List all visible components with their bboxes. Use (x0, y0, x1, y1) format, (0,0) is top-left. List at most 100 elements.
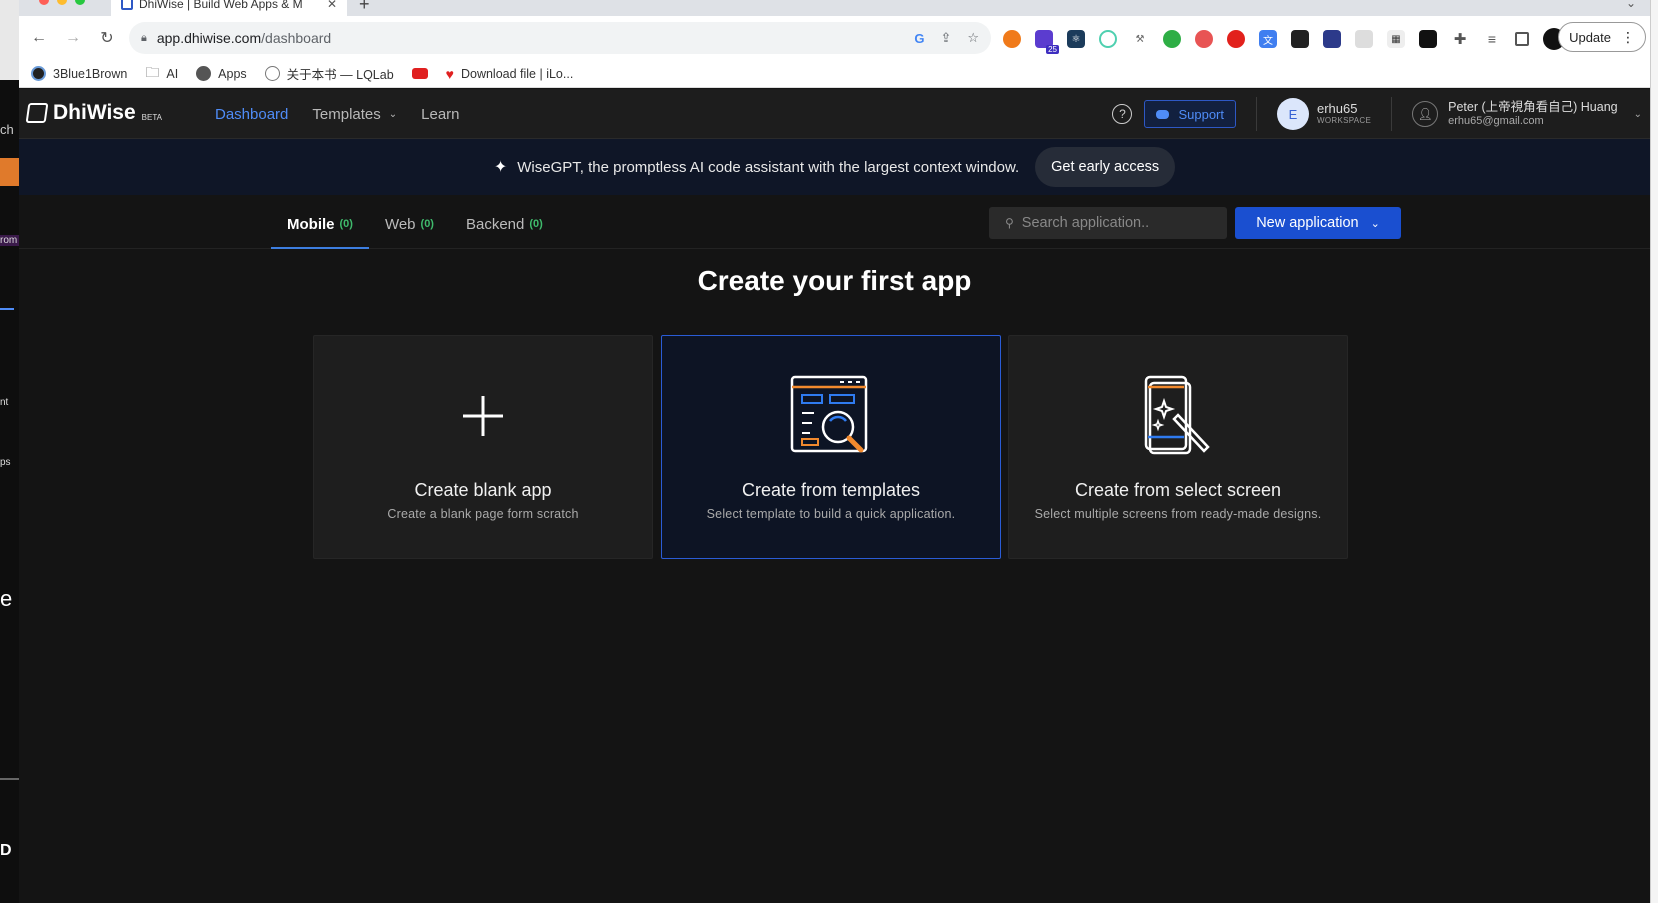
bookmark-label: 关于本书 — LQLab (286, 68, 394, 82)
brand-name: DhiWise (53, 101, 136, 124)
background-text: rom (0, 235, 19, 246)
sparkle-icon: ✦ (493, 159, 508, 176)
browser-tab[interactable]: DhiWise | Build Web Apps & M ✕ (111, 0, 347, 16)
search-input[interactable]: ⚲ Search application.. (989, 207, 1227, 239)
browser-window: DhiWise | Build Web Apps & M ✕ + ⌄ ← → ↻… (19, 0, 1650, 903)
qr-code-icon[interactable]: ▦ (1387, 30, 1405, 48)
reload-icon[interactable]: ↻ (93, 24, 121, 52)
nav-dashboard[interactable]: Dashboard (215, 106, 288, 123)
tab-backend[interactable]: Backend (0) (450, 195, 559, 249)
workspace-switcher[interactable]: E erhu65 WORKSPACE (1277, 98, 1371, 130)
user-name: Peter (上帝視角看自己) Huang (1448, 99, 1618, 114)
share-icon[interactable]: ⇪ (940, 30, 951, 46)
bookmark-star-icon[interactable]: ☆ (967, 30, 979, 46)
tab-web[interactable]: Web (0) (369, 195, 450, 249)
banner-text: WiseGPT, the promptless AI code assistan… (517, 158, 1020, 176)
bookmarks-bar: 3Blue1Brown 🗀 AI Apps 关于本书 — LQLab ♥ Dow… (19, 60, 1650, 88)
user-menu[interactable]: 👤︎ Peter (上帝視角看自己) Huang erhu65@gmail.co… (1412, 100, 1650, 128)
tab-title: DhiWise | Build Web Apps & M (139, 0, 303, 11)
create-blank-app-card[interactable]: Create blank app Create a blank page for… (313, 335, 653, 559)
extension-teal-icon[interactable] (1099, 30, 1117, 48)
extension-badge: 25 (1046, 45, 1059, 54)
create-from-templates-card[interactable]: Create from templates Select template to… (661, 335, 1001, 559)
workspace-name: erhu65 (1317, 101, 1358, 117)
tab-mobile[interactable]: Mobile (0) (271, 195, 369, 249)
bookmark-label: Download file | iLo... (460, 66, 574, 81)
new-tab-icon[interactable]: + (359, 0, 370, 15)
extension-yellow-icon[interactable] (1323, 30, 1341, 48)
background-window-right (1650, 0, 1658, 903)
minimize-window-icon[interactable] (57, 0, 67, 5)
extension-terminal-icon[interactable] (1291, 30, 1309, 48)
translate-icon[interactable]: 文 (1259, 30, 1277, 48)
background-window: ch rom nt ps e D (0, 0, 19, 903)
extension-shield-icon[interactable] (1195, 30, 1213, 48)
create-from-select-screen-card[interactable]: Create from select screen Select multipl… (1008, 335, 1348, 559)
more-menu-icon[interactable]: ⋮ (1621, 29, 1635, 46)
extension-dark-icon[interactable] (1419, 30, 1437, 48)
extensions-puzzle-icon[interactable]: ✚ (1451, 30, 1469, 48)
reading-list-icon[interactable]: ≡ (1483, 30, 1501, 48)
update-button[interactable]: Update ⋮ (1558, 22, 1646, 52)
dhiwise-favicon-icon (121, 0, 133, 10)
project-toolbar: Mobile (0) Web (0) Backend (0) ⚲ Search … (19, 195, 1650, 249)
bookmark-download-file[interactable]: ♥ Download file | iLo... (446, 66, 574, 82)
bookmark-apps[interactable]: Apps (196, 66, 247, 81)
early-access-button[interactable]: Get early access (1035, 147, 1176, 187)
extension-orange-icon[interactable] (1003, 30, 1021, 48)
back-icon[interactable]: ← (25, 24, 53, 52)
extension-react-icon[interactable]: ⚛ (1067, 30, 1085, 48)
new-application-button[interactable]: New application ⌄ (1235, 207, 1401, 239)
card-description: Select template to build a quick applica… (706, 507, 956, 521)
nav-learn[interactable]: Learn (421, 106, 459, 123)
background-text: ch (0, 122, 14, 137)
divider (1256, 97, 1257, 131)
url-path: /dashboard (261, 30, 332, 46)
header-right: ? Support E erhu65 WORKSPACE 👤︎ Peter (上… (1112, 89, 1650, 139)
extension-gray-icon[interactable] (1355, 30, 1373, 48)
background-text: D (0, 842, 12, 859)
beta-badge: BETA (141, 112, 162, 122)
globe-icon (196, 66, 212, 81)
card-description: Create a blank page form scratch (387, 507, 579, 521)
tab-search-chevron-icon[interactable]: ⌄ (1626, 0, 1636, 10)
tab-label: Backend (465, 215, 525, 233)
support-button[interactable]: Support (1144, 100, 1236, 128)
bookmark-lqlab[interactable]: 关于本书 — LQLab (264, 64, 394, 83)
help-icon[interactable]: ? (1112, 104, 1133, 124)
side-panel-icon[interactable] (1515, 32, 1529, 46)
tab-label: Mobile (287, 215, 335, 233)
extension-purple-icon[interactable]: 25 (1035, 30, 1059, 54)
youtube-icon (411, 68, 428, 79)
top-nav: Dashboard Templates ⌄ Learn (215, 89, 460, 139)
template-search-icon (790, 374, 872, 458)
user-icon: 👤︎ (1412, 101, 1439, 127)
bookmark-ai-folder[interactable]: 🗀 AI (145, 62, 178, 86)
search-placeholder: Search application.. (1021, 215, 1150, 231)
dhiwise-logo-icon (25, 103, 49, 123)
chevron-down-icon: ⌄ (1633, 108, 1642, 120)
bookmark-3blue1brown[interactable]: 3Blue1Brown (31, 66, 127, 81)
nav-templates-label: Templates (312, 105, 381, 123)
bookmark-label: Apps (218, 66, 247, 81)
close-tab-icon[interactable]: ✕ (327, 0, 337, 11)
extension-tool-icon[interactable]: ⚒ (1131, 30, 1149, 48)
wisegpt-banner: ✦ WiseGPT, the promptless AI code assist… (19, 139, 1650, 195)
maximize-window-icon[interactable] (75, 0, 85, 5)
page-title: Create your first app (697, 265, 972, 296)
nav-templates[interactable]: Templates ⌄ (312, 106, 397, 123)
dhiwise-logo[interactable]: DhiWise BETA (25, 101, 162, 125)
tab-count: (0) (339, 218, 353, 230)
tab-count: (0) (529, 218, 543, 230)
extension-red-icon[interactable] (1227, 30, 1245, 48)
bookmark-youtube[interactable] (411, 68, 428, 79)
lqlab-icon (264, 66, 280, 81)
forward-icon[interactable]: → (59, 24, 87, 52)
address-bar[interactable]: 🔒︎ app.dhiwise.com/dashboard G ⇪ ☆ (129, 22, 991, 54)
close-window-icon[interactable] (39, 0, 49, 5)
evernote-icon[interactable] (1163, 30, 1181, 48)
url-host: app.dhiwise.com (156, 30, 262, 46)
card-title: Create from select screen (1074, 480, 1282, 500)
screen: ch rom nt ps e D DhiWise | Build Web App… (0, 0, 1658, 903)
google-icon[interactable]: G (914, 31, 924, 46)
